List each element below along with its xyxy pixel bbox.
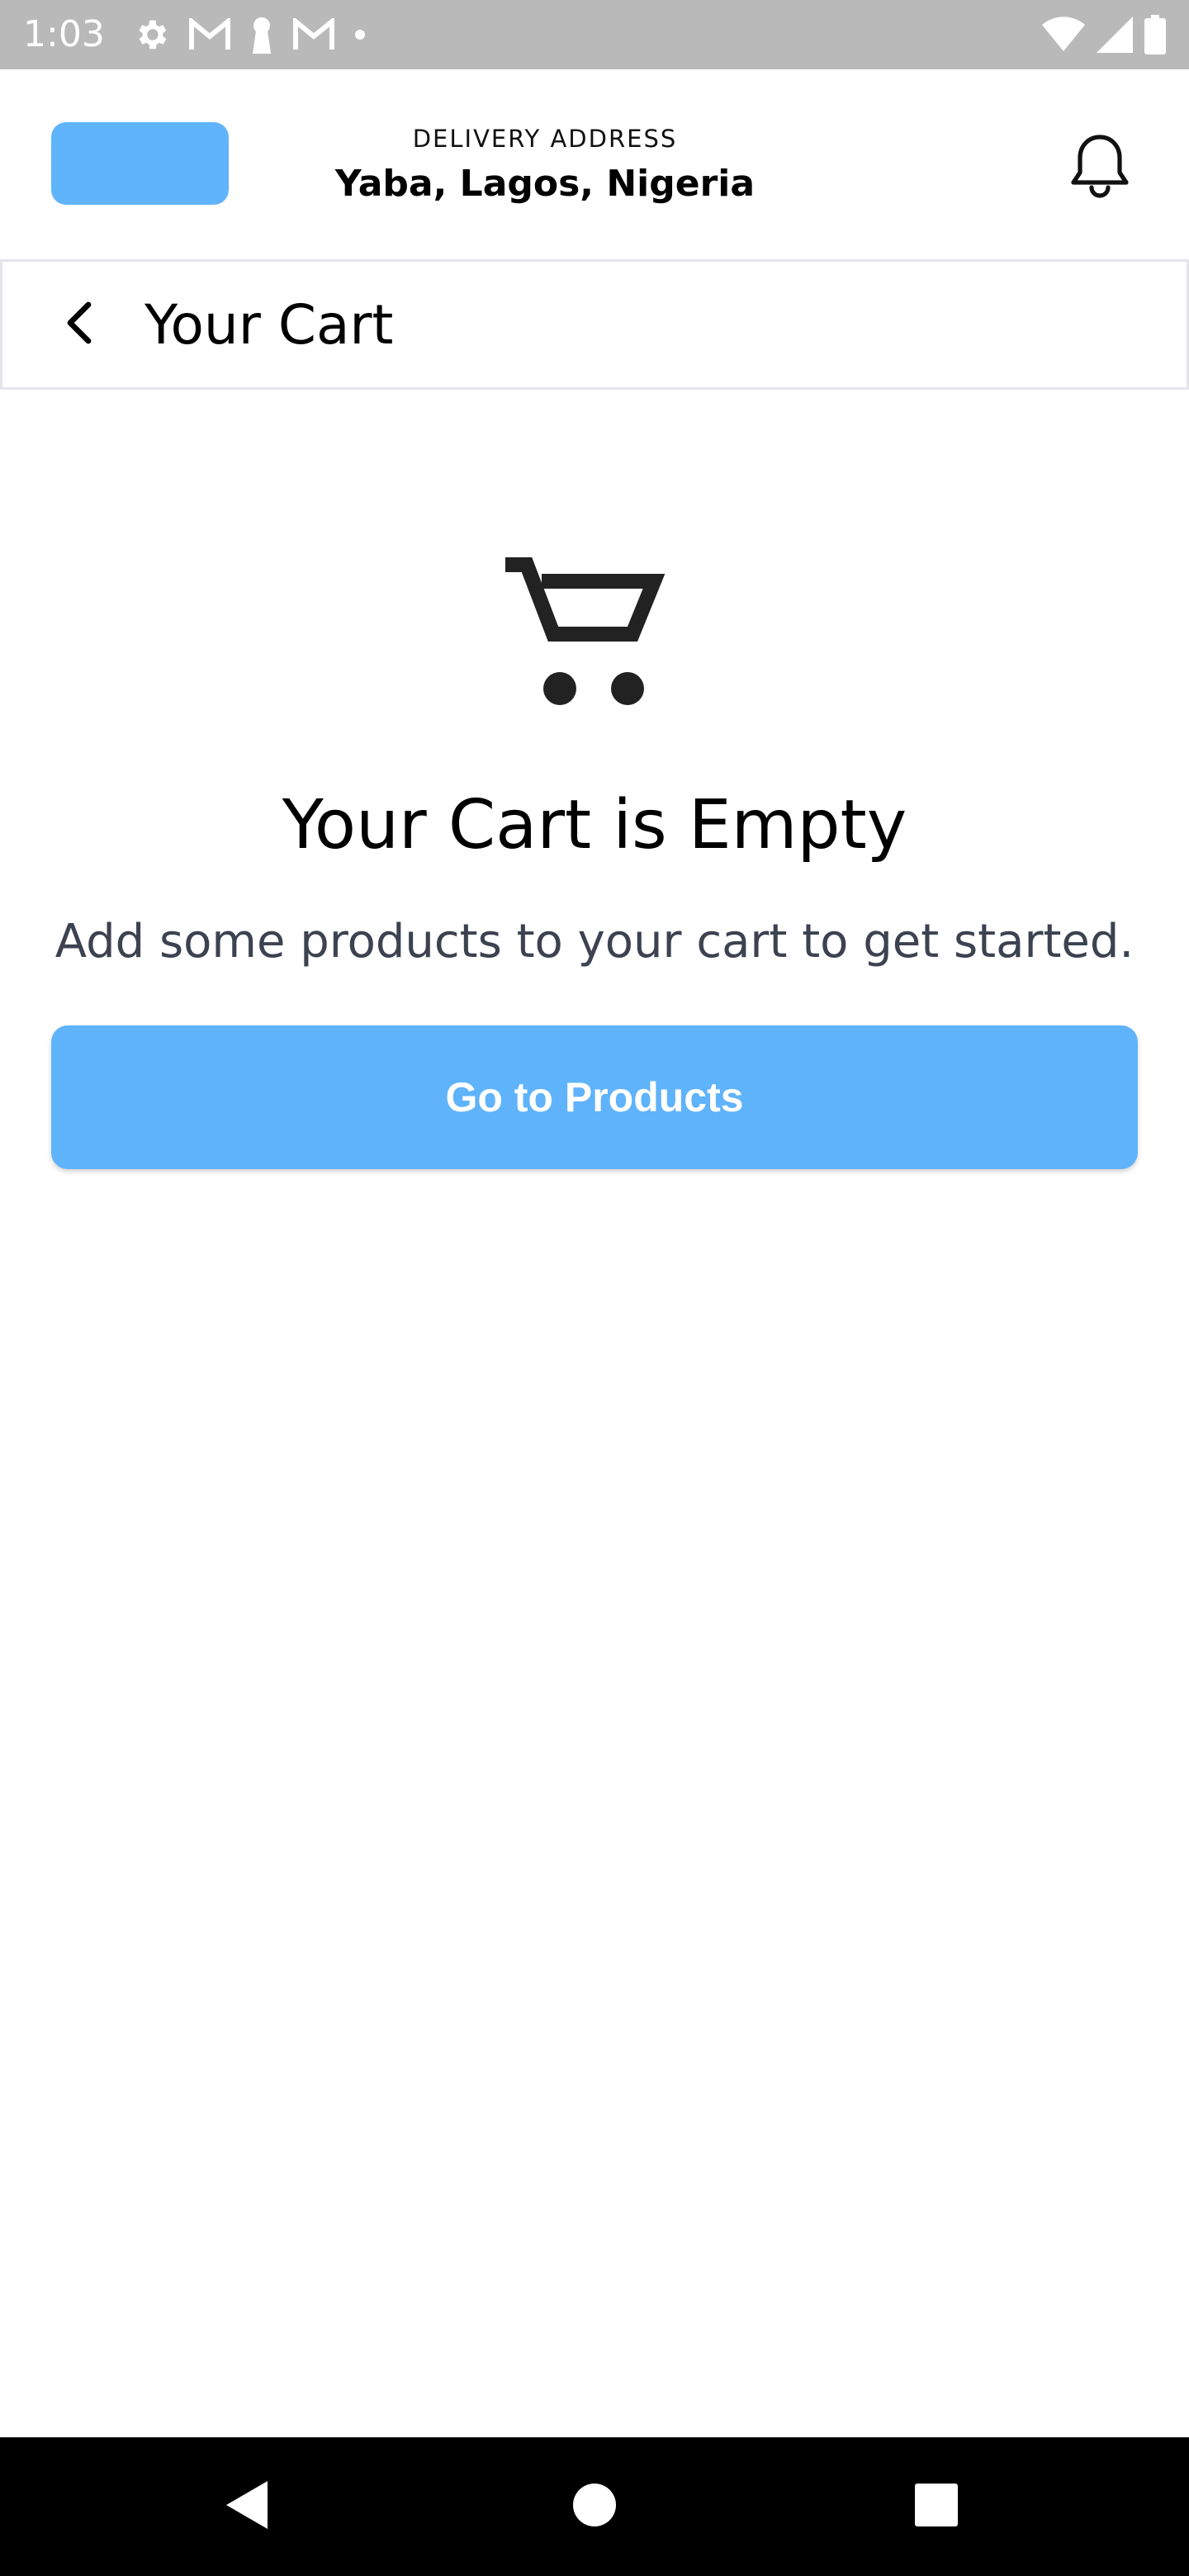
back-button[interactable]: [42, 286, 118, 362]
screen: 1:03 DELIVERY ADDRESS Yaba, Lagos, Niger…: [0, 0, 1189, 2576]
page-title: Your Cart: [144, 293, 394, 357]
bell-icon: [1067, 130, 1133, 204]
delivery-address: Yaba, Lagos, Nigeria: [334, 163, 756, 205]
app-logo[interactable]: [51, 122, 229, 205]
status-system-icons: [1042, 13, 1166, 56]
status-notification-icons: [132, 15, 367, 54]
nav-back-button[interactable]: [178, 2437, 317, 2576]
back-triangle-icon: [225, 2479, 271, 2535]
settings-icon: [132, 16, 170, 54]
delivery-label: DELIVERY ADDRESS: [412, 125, 678, 153]
empty-cart-subtitle: Add some products to your cart to get st…: [54, 915, 1135, 968]
notifications-button[interactable]: [1060, 127, 1139, 206]
go-to-products-button[interactable]: Go to Products: [51, 1025, 1138, 1169]
chevron-left-icon: [62, 300, 98, 350]
delivery-address-block[interactable]: DELIVERY ADDRESS Yaba, Lagos, Nigeria: [314, 122, 776, 208]
system-navigation-bar: [0, 2437, 1189, 2576]
gmail-icon: [292, 18, 335, 51]
nav-home-button[interactable]: [525, 2437, 664, 2576]
title-bar: Your Cart: [0, 259, 1189, 390]
gmail-icon: [188, 18, 231, 51]
app-header: DELIVERY ADDRESS Yaba, Lagos, Nigeria: [0, 69, 1189, 259]
signal-icon: [1097, 17, 1133, 53]
nav-recents-button[interactable]: [867, 2437, 1006, 2576]
keyhole-icon: [249, 16, 274, 54]
status-time: 1:03: [23, 13, 105, 55]
wifi-icon: [1042, 17, 1085, 53]
shopping-cart-icon: [505, 552, 670, 717]
recents-square-icon: [915, 2483, 958, 2531]
empty-cart-title: Your Cart is Empty: [282, 786, 907, 864]
home-circle-icon: [572, 2483, 617, 2531]
battery-icon: [1144, 15, 1166, 54]
dot-icon: [353, 28, 367, 41]
status-bar: 1:03: [0, 0, 1189, 69]
